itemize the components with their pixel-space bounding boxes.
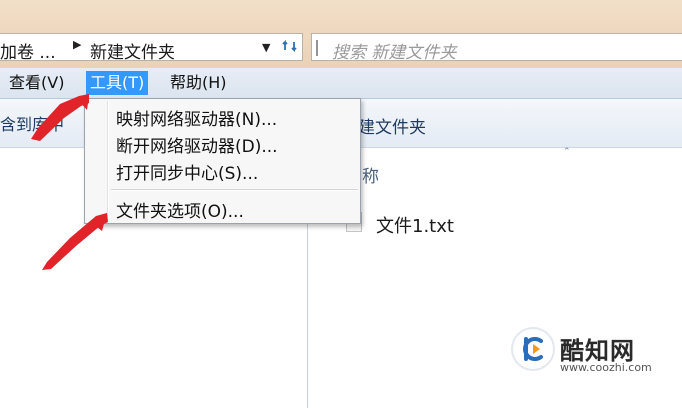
menu-help[interactable]: 帮助(H) xyxy=(166,71,231,95)
search-box[interactable]: 搜索 新建文件夹 xyxy=(311,33,682,63)
search-icon[interactable] xyxy=(315,39,329,56)
refresh-icon[interactable] xyxy=(279,37,301,57)
watermark-url: www.coozhi.com xyxy=(560,361,652,374)
file-name[interactable]: 文件1.txt xyxy=(376,212,454,238)
menu-item-folder-options[interactable]: 文件夹选项(O)... xyxy=(116,197,244,222)
column-header-name[interactable]: 称 xyxy=(362,162,379,187)
content-header: 建文件夹 xyxy=(308,99,682,148)
breadcrumb-current[interactable]: 新建文件夹 xyxy=(90,38,175,63)
menu-bar: 查看(V) 工具(T) 帮助(H) xyxy=(0,68,682,99)
search-input[interactable]: 搜索 新建文件夹 xyxy=(332,38,456,63)
chevron-right-icon[interactable]: ▶ xyxy=(73,38,81,51)
address-bar[interactable]: 加卷 ... ▶ 新建文件夹 ▼ xyxy=(0,33,303,63)
menu-item-map-network-drive[interactable]: 映射网络驱动器(N)... xyxy=(116,105,277,130)
menu-item-disconnect-network-drive[interactable]: 断开网络驱动器(D)... xyxy=(116,132,278,157)
file-row[interactable]: 文件1.txt xyxy=(344,209,544,237)
menu-view[interactable]: 查看(V) xyxy=(5,71,68,95)
include-in-library-button[interactable]: 含到库中 xyxy=(0,111,64,135)
menu-tools[interactable]: 工具(T) xyxy=(86,71,149,95)
menu-separator xyxy=(111,189,358,191)
tools-dropdown-menu: 映射网络驱动器(N)... 断开网络驱动器(D)... 打开同步中心(S)...… xyxy=(84,98,361,224)
sort-caret-icon: ⌃ xyxy=(563,147,571,157)
coozhi-logo xyxy=(511,327,555,371)
dropdown-arrow-icon[interactable]: ▼ xyxy=(262,41,270,54)
menu-item-open-sync-center[interactable]: 打开同步中心(S)... xyxy=(116,159,258,184)
window-top-band: 加卷 ... ▶ 新建文件夹 ▼ 搜索 新建文件夹 xyxy=(0,0,682,68)
content-title: 建文件夹 xyxy=(358,118,426,138)
breadcrumb-truncated[interactable]: 加卷 ... xyxy=(0,38,56,63)
menu-gutter xyxy=(107,101,109,221)
